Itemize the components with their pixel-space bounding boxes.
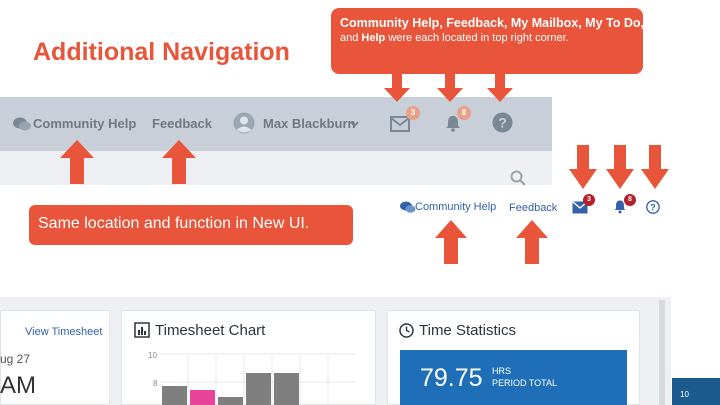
top-callout-text-bold: Help	[361, 32, 386, 44]
up-arrows-old	[60, 140, 196, 184]
old-mail-badge: 3	[406, 106, 420, 120]
chart-bar	[246, 373, 271, 405]
page-number: 10	[680, 390, 689, 399]
old-feedback-link[interactable]: Feedback	[152, 116, 212, 131]
new-mail-badge: 3	[583, 194, 595, 206]
svg-text:?: ?	[498, 115, 507, 131]
clock-icon	[399, 323, 414, 338]
chart-bar	[274, 373, 299, 405]
svg-text:?: ?	[650, 203, 656, 213]
new-todo-badge: 8	[624, 194, 636, 206]
chart-bar	[190, 390, 215, 405]
timesheet-time: AM	[0, 372, 36, 399]
search-icon[interactable]	[510, 170, 526, 186]
old-todo-badge: 8	[457, 106, 471, 120]
old-user-name[interactable]: Max Blackburn	[263, 116, 355, 131]
new-feedback-link[interactable]: Feedback	[509, 202, 557, 214]
top-callout-line1: Community Help, Feedback, My Mailbox, My…	[340, 16, 644, 30]
period-total-value: 79.75	[420, 364, 483, 392]
old-community-help-link[interactable]: Community Help	[33, 116, 136, 131]
chart-bar	[162, 386, 187, 405]
view-timesheet-link[interactable]: View Timesheet	[25, 326, 102, 338]
up-arrows-new	[435, 220, 548, 264]
stat-label-hrs: HRS	[492, 366, 512, 376]
top-callout-text-b: were each located in top right corner.	[385, 32, 569, 44]
down-arrows-old	[384, 74, 513, 102]
time-statistics-title: Time Statistics	[419, 322, 516, 339]
old-mail-icon[interactable]	[390, 116, 410, 132]
down-arrows-new	[569, 145, 669, 189]
new-community-help-link[interactable]: Community Help	[415, 201, 496, 213]
top-callout-line2: and Help were each located in top right …	[340, 31, 634, 45]
middle-callout: Same location and function in New UI.	[29, 205, 353, 245]
chart-bar	[218, 397, 243, 405]
chart-tick-10: 10	[148, 351, 157, 360]
top-callout: Community Help, Feedback, My Mailbox, My…	[331, 8, 644, 74]
new-help-icon[interactable]: ?	[646, 200, 660, 214]
old-help-icon[interactable]: ?	[492, 112, 513, 133]
old-avatar-icon[interactable]	[233, 112, 255, 134]
timesheet-chart-icon	[134, 322, 150, 338]
old-community-help-icon	[13, 117, 31, 131]
timesheet-chart-title: Timesheet Chart	[155, 322, 266, 339]
scrollbar[interactable]	[659, 300, 665, 405]
timesheet-date: ug 27	[0, 352, 31, 366]
chart-tick-8: 8	[153, 379, 158, 388]
timesheet-chart: 10 8	[148, 351, 356, 405]
top-callout-text-a: and	[340, 32, 362, 44]
chevron-down-icon[interactable]	[350, 121, 359, 127]
page-title: Additional Navigation	[33, 38, 290, 66]
stat-label-period-total: PERIOD TOTAL	[492, 378, 558, 388]
